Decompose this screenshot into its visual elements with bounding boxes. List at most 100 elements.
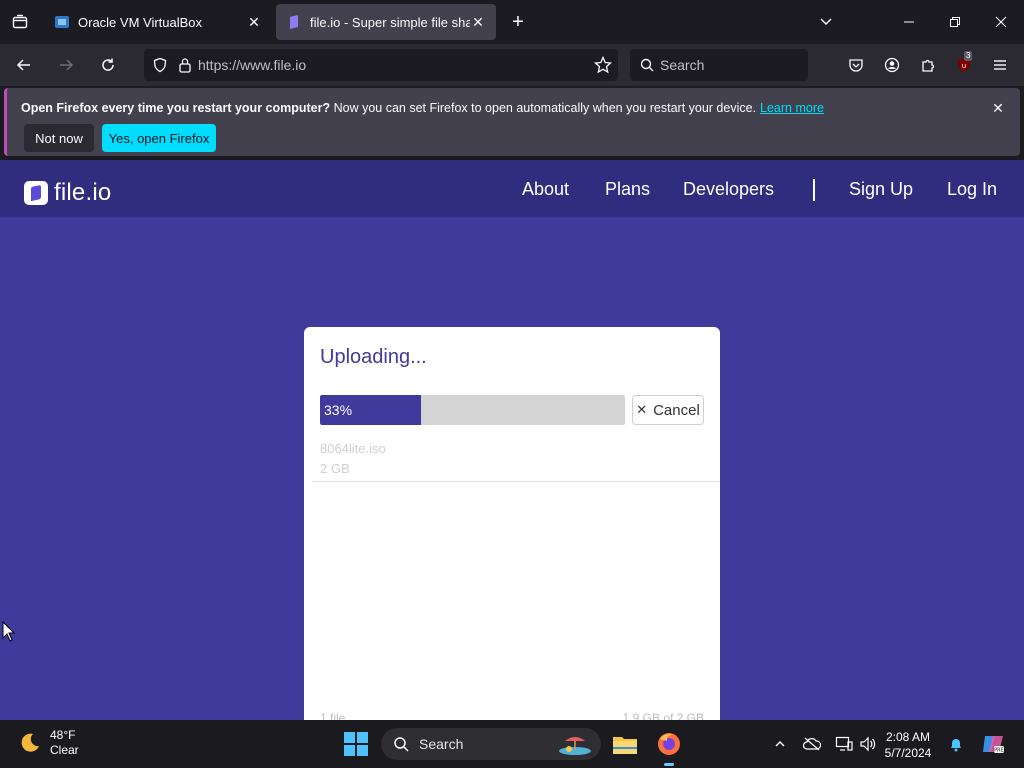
lock-icon[interactable]: [178, 57, 192, 73]
close-tab-icon[interactable]: ✕: [246, 14, 262, 30]
close-icon: ✕: [636, 402, 648, 417]
system-clock[interactable]: 2:08 AM 5/7/2024: [880, 729, 936, 761]
restore-icon: [950, 17, 960, 27]
cancel-upload-button[interactable]: ✕ Cancel: [632, 395, 704, 425]
svg-text:u: u: [962, 62, 966, 70]
url-bar[interactable]: https://www.file.io: [144, 49, 618, 81]
forward-button[interactable]: [48, 49, 84, 81]
notification-text: Now you can set Firefox to open automati…: [330, 101, 757, 115]
tab-overflow-button[interactable]: [803, 0, 849, 44]
show-hidden-icons-button[interactable]: [770, 734, 790, 754]
weather-condition: Clear: [50, 743, 79, 757]
account-button[interactable]: [876, 49, 908, 81]
network-status[interactable]: [802, 734, 822, 754]
pocket-button[interactable]: [840, 49, 872, 81]
hamburger-menu-icon: [994, 60, 1006, 70]
svg-text:PRE: PRE: [994, 748, 1004, 754]
learn-more-link[interactable]: Learn more: [760, 101, 824, 115]
cancel-label: Cancel: [653, 401, 700, 419]
bookmark-star-icon[interactable]: [594, 56, 612, 74]
extension-count-badge: 3: [964, 51, 973, 61]
nav-developers[interactable]: Developers: [683, 179, 774, 200]
chevron-down-icon: [820, 18, 832, 26]
not-now-button[interactable]: Not now: [24, 124, 94, 152]
file-name: 8064lite.iso: [320, 441, 386, 456]
start-button[interactable]: [344, 732, 368, 756]
new-tab-button[interactable]: +: [498, 4, 538, 40]
copilot-button[interactable]: PRE: [980, 734, 1006, 754]
taskbar-search[interactable]: Search: [381, 728, 601, 760]
taskbar: 48°F Clear Search 2:08 AM 5/7/2024 PRE: [0, 720, 1024, 768]
nav-log-in[interactable]: Log In: [947, 179, 997, 200]
restart-notification-bar: Open Firefox every time you restart your…: [4, 88, 1020, 156]
tab-title: file.io - Super simple file sharing: [310, 14, 470, 30]
minimize-button[interactable]: [886, 0, 932, 44]
firefox-taskbar-button[interactable]: [653, 728, 685, 766]
navigation-toolbar: https://www.file.io Search u 3: [0, 44, 1024, 86]
tab-title: Oracle VM VirtualBox: [78, 14, 203, 30]
search-icon: [640, 58, 654, 72]
tab-list-button[interactable]: [0, 0, 40, 44]
file-count: 1 file: [320, 711, 346, 720]
speaker-icon: [860, 736, 876, 752]
firefox-icon: [658, 733, 680, 755]
mouse-cursor-icon: [2, 620, 16, 648]
display-network-button[interactable]: [834, 734, 854, 754]
moon-icon: [21, 733, 39, 752]
close-window-button[interactable]: [978, 0, 1024, 44]
nav-plans[interactable]: Plans: [605, 179, 650, 200]
back-button[interactable]: [6, 49, 42, 81]
tab-list-icon: [12, 14, 28, 29]
menu-button[interactable]: [984, 49, 1016, 81]
forward-arrow-icon: [60, 59, 74, 71]
search-bar[interactable]: Search: [630, 49, 808, 81]
tab-fileio[interactable]: file.io - Super simple file sharing ✕: [276, 4, 496, 40]
ublock-button[interactable]: u 3: [948, 49, 980, 81]
logo-text: file.io: [54, 179, 112, 206]
notifications-button[interactable]: [946, 734, 966, 754]
back-arrow-icon: [16, 59, 30, 71]
url-text[interactable]: https://www.file.io: [198, 57, 306, 73]
site-header: file.io About Plans Developers Sign Up L…: [0, 160, 1024, 217]
notification-message: Open Firefox every time you restart your…: [21, 101, 824, 115]
puzzle-icon: [922, 59, 935, 72]
file-size: 2 GB: [320, 461, 350, 476]
close-notification-icon[interactable]: ✕: [990, 100, 1006, 116]
account-icon: [884, 57, 900, 73]
weather-widget[interactable]: 48°F Clear: [18, 728, 79, 758]
taskbar-search-label: Search: [419, 736, 464, 752]
site-logo[interactable]: file.io: [24, 179, 111, 207]
nav-about[interactable]: About: [522, 179, 569, 200]
file-explorer-button[interactable]: [609, 728, 641, 760]
fileio-logo-icon: [24, 181, 48, 205]
notification-bold-text: Open Firefox every time you restart your…: [21, 101, 331, 115]
chevron-up-icon: [775, 740, 785, 747]
windows-logo-icon: [344, 732, 368, 756]
extensions-button[interactable]: [912, 49, 944, 81]
tab-strip: Oracle VM VirtualBox ✕ file.io - Super s…: [0, 0, 1024, 44]
search-highlight-icon: [555, 731, 595, 757]
volume-button[interactable]: [858, 734, 878, 754]
close-tab-icon[interactable]: ✕: [470, 14, 486, 30]
upload-progress-bar: 33%: [320, 395, 625, 425]
reload-button[interactable]: [90, 49, 126, 81]
virtualbox-icon: [54, 14, 70, 30]
clock-date: 5/7/2024: [884, 746, 932, 760]
upload-title: Uploading...: [320, 346, 427, 368]
fileio-favicon-icon: [286, 14, 302, 30]
folder-icon: [613, 737, 637, 754]
pocket-icon: [849, 59, 863, 72]
yes-open-firefox-button[interactable]: Yes, open Firefox: [102, 124, 216, 152]
progress-percent: 33%: [324, 402, 353, 418]
weather-temp: 48°F: [50, 728, 76, 742]
upload-card: Uploading... 33% ✕ Cancel 8064lite.iso 2…: [304, 327, 720, 720]
nav-sign-up[interactable]: Sign Up: [849, 179, 913, 200]
monitor-icon: [835, 736, 853, 751]
close-icon: [995, 16, 1007, 28]
restore-button[interactable]: [932, 0, 978, 44]
search-placeholder: Search: [660, 57, 705, 73]
tab-virtualbox[interactable]: Oracle VM VirtualBox ✕: [44, 4, 272, 40]
copilot-icon: PRE: [983, 736, 1004, 754]
card-divider: [312, 481, 720, 482]
tracking-protection-shield-icon[interactable]: [152, 57, 168, 73]
